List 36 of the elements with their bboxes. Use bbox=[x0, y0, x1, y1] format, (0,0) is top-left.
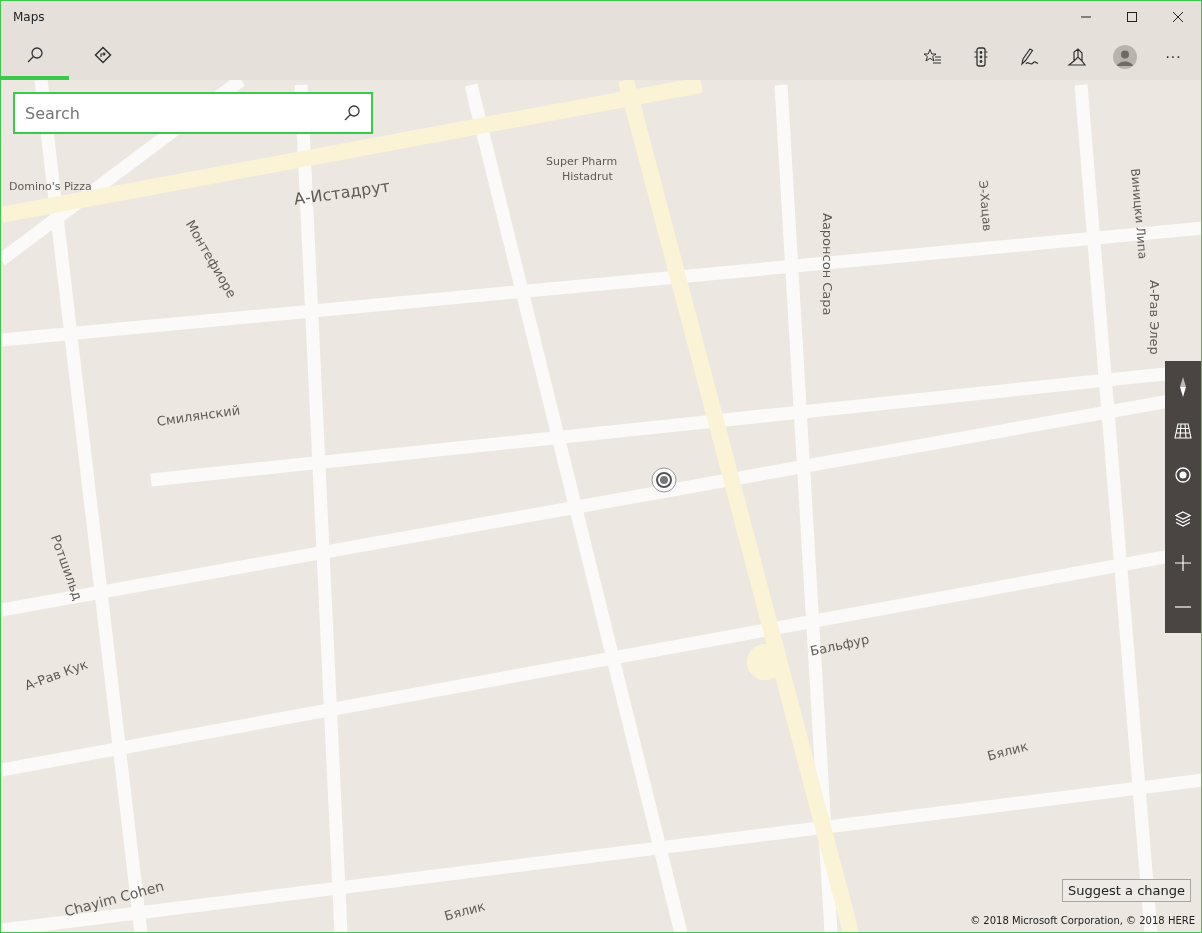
layers-icon bbox=[1175, 511, 1191, 527]
traffic-light-icon bbox=[974, 46, 988, 67]
close-icon bbox=[1172, 11, 1184, 23]
street-label: А-Рав Кук bbox=[23, 657, 90, 693]
street-label: А-Истадрут bbox=[293, 178, 391, 208]
grid-icon bbox=[1174, 423, 1192, 439]
window-title: Maps bbox=[13, 10, 45, 24]
copyright-text: © 2018 Microsoft Corporation, © 2018 HERE bbox=[970, 915, 1195, 926]
street-label: Смилянский bbox=[156, 403, 241, 428]
search-field[interactable]: Search bbox=[13, 92, 373, 134]
street-label: Э-Хацав bbox=[977, 180, 994, 232]
street-label: Super Pharm bbox=[546, 156, 618, 167]
pen-icon bbox=[1019, 46, 1039, 67]
street-label: Бальфур bbox=[809, 632, 871, 658]
directions-icon bbox=[94, 45, 112, 64]
plus-icon bbox=[1175, 555, 1191, 571]
street-label: Бялик bbox=[986, 739, 1030, 763]
street-label: Виницки Липа bbox=[1129, 168, 1149, 260]
street-label: А-Рав Элер bbox=[1148, 280, 1161, 355]
street-label: Ааронсон Сара bbox=[821, 213, 834, 316]
building-icon bbox=[1067, 46, 1087, 67]
search-icon bbox=[343, 104, 361, 122]
star-list-icon bbox=[923, 47, 943, 66]
maximize-icon bbox=[1126, 11, 1138, 23]
suggest-change-button[interactable]: Suggest a change bbox=[1062, 879, 1191, 902]
street-label: Бялик bbox=[443, 899, 487, 923]
compass-needle-icon bbox=[1178, 376, 1188, 398]
location-marker-icon bbox=[651, 467, 677, 493]
target-icon bbox=[1175, 467, 1191, 483]
minus-icon bbox=[1175, 606, 1191, 608]
street-label: Histadrut bbox=[562, 171, 613, 182]
street-label: Domino's Pizza bbox=[9, 181, 92, 192]
avatar-icon bbox=[1113, 44, 1137, 69]
search-icon bbox=[26, 45, 44, 64]
street-label: Chayim Cohen bbox=[63, 878, 166, 919]
more-button[interactable]: ··· bbox=[1149, 34, 1197, 79]
